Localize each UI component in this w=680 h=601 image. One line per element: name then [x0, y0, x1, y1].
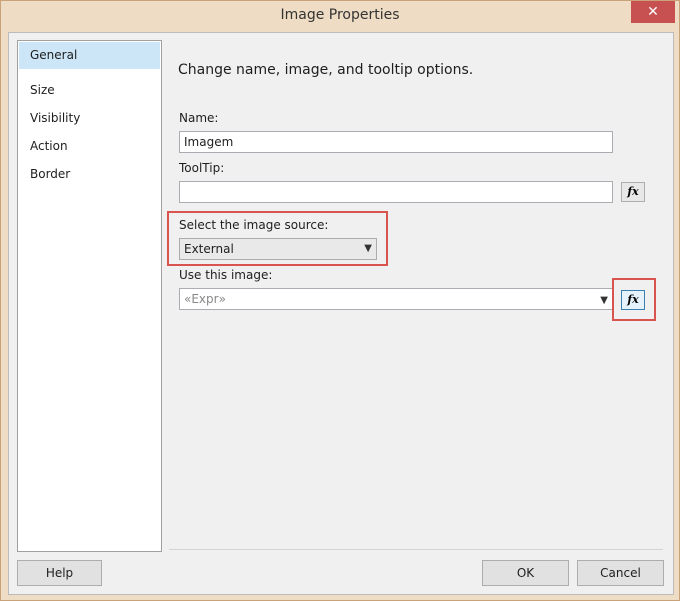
image-source-label: Select the image source: — [179, 218, 329, 232]
tooltip-expression-button[interactable]: fx — [621, 182, 645, 202]
sidebar-item-border[interactable]: Border — [19, 161, 160, 188]
image-source-value: External — [184, 242, 234, 256]
name-input[interactable]: Imagem — [179, 131, 613, 153]
dialog-window: Image Properties ✕ General Size Visibili… — [0, 0, 680, 601]
chevron-down-icon: ▼ — [364, 243, 372, 254]
sidebar-item-general[interactable]: General — [19, 42, 160, 69]
fx-icon: fx — [627, 293, 639, 306]
close-icon: ✕ — [647, 4, 659, 20]
window-title: Image Properties — [280, 7, 400, 23]
help-button[interactable]: Help — [17, 560, 102, 586]
sidebar-item-size[interactable]: Size — [19, 77, 160, 104]
sidebar-item-visibility[interactable]: Visibility — [19, 105, 160, 132]
name-label: Name: — [179, 111, 219, 125]
use-image-label: Use this image: — [179, 268, 273, 282]
sidebar-item-action[interactable]: Action — [19, 133, 160, 160]
title-bar[interactable]: Image Properties ✕ — [1, 1, 679, 32]
fx-icon: fx — [627, 185, 639, 198]
use-image-value: «Expr» — [184, 292, 226, 306]
close-button[interactable]: ✕ — [631, 1, 675, 23]
image-expression-button[interactable]: fx — [621, 290, 645, 310]
cancel-button[interactable]: Cancel — [577, 560, 664, 586]
dialog-content: General Size Visibility Action Border Ch… — [8, 32, 674, 595]
use-image-combobox[interactable]: «Expr» ▼ — [179, 288, 613, 310]
footer-divider — [169, 549, 663, 550]
chevron-down-icon[interactable]: ▼ — [600, 293, 608, 309]
ok-button[interactable]: OK — [482, 560, 569, 586]
tooltip-input[interactable] — [179, 181, 613, 203]
sidebar: General Size Visibility Action Border — [17, 40, 162, 552]
tooltip-label: ToolTip: — [179, 161, 225, 175]
page-heading: Change name, image, and tooltip options. — [178, 62, 474, 78]
image-source-select[interactable]: External ▼ — [179, 238, 377, 260]
